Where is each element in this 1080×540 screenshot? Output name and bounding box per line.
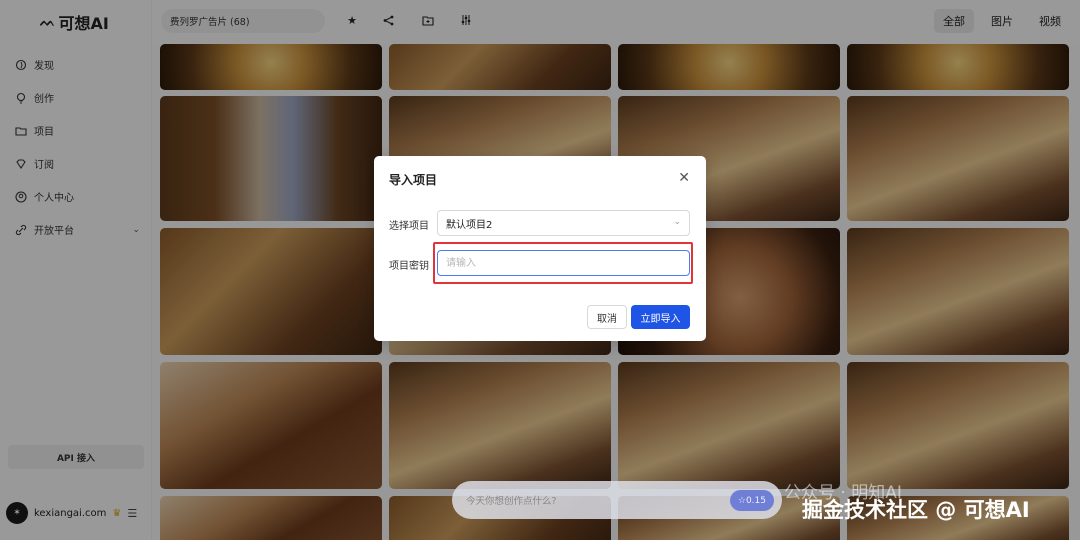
dialog-title: 导入项目 xyxy=(389,173,438,187)
project-select-value: 默认项目2 xyxy=(446,219,493,231)
cancel-button[interactable]: 取消 xyxy=(587,305,627,329)
prompt-placeholder: 今天你想创作点什么? xyxy=(466,496,557,507)
import-project-dialog: 导入项目 ✕ 选择项目 默认项目2 ⌄ 项目密钥 取消 立即导入 xyxy=(374,156,706,341)
project-key-label: 项目密钥 xyxy=(389,261,429,272)
credit-badge[interactable]: ☆0.15 xyxy=(729,490,774,511)
project-select[interactable]: 默认项目2 ⌄ xyxy=(437,210,690,236)
watermark-line2: 掘金技术社区 @ 可想AI xyxy=(802,498,1030,522)
chevron-down-icon: ⌄ xyxy=(673,217,681,227)
project-key-input[interactable] xyxy=(437,250,690,276)
close-icon[interactable]: ✕ xyxy=(678,170,690,186)
prompt-bar[interactable]: 今天你想创作点什么? ☆0.15 xyxy=(452,481,782,519)
import-button[interactable]: 立即导入 xyxy=(631,305,690,329)
select-project-label: 选择项目 xyxy=(389,221,429,232)
